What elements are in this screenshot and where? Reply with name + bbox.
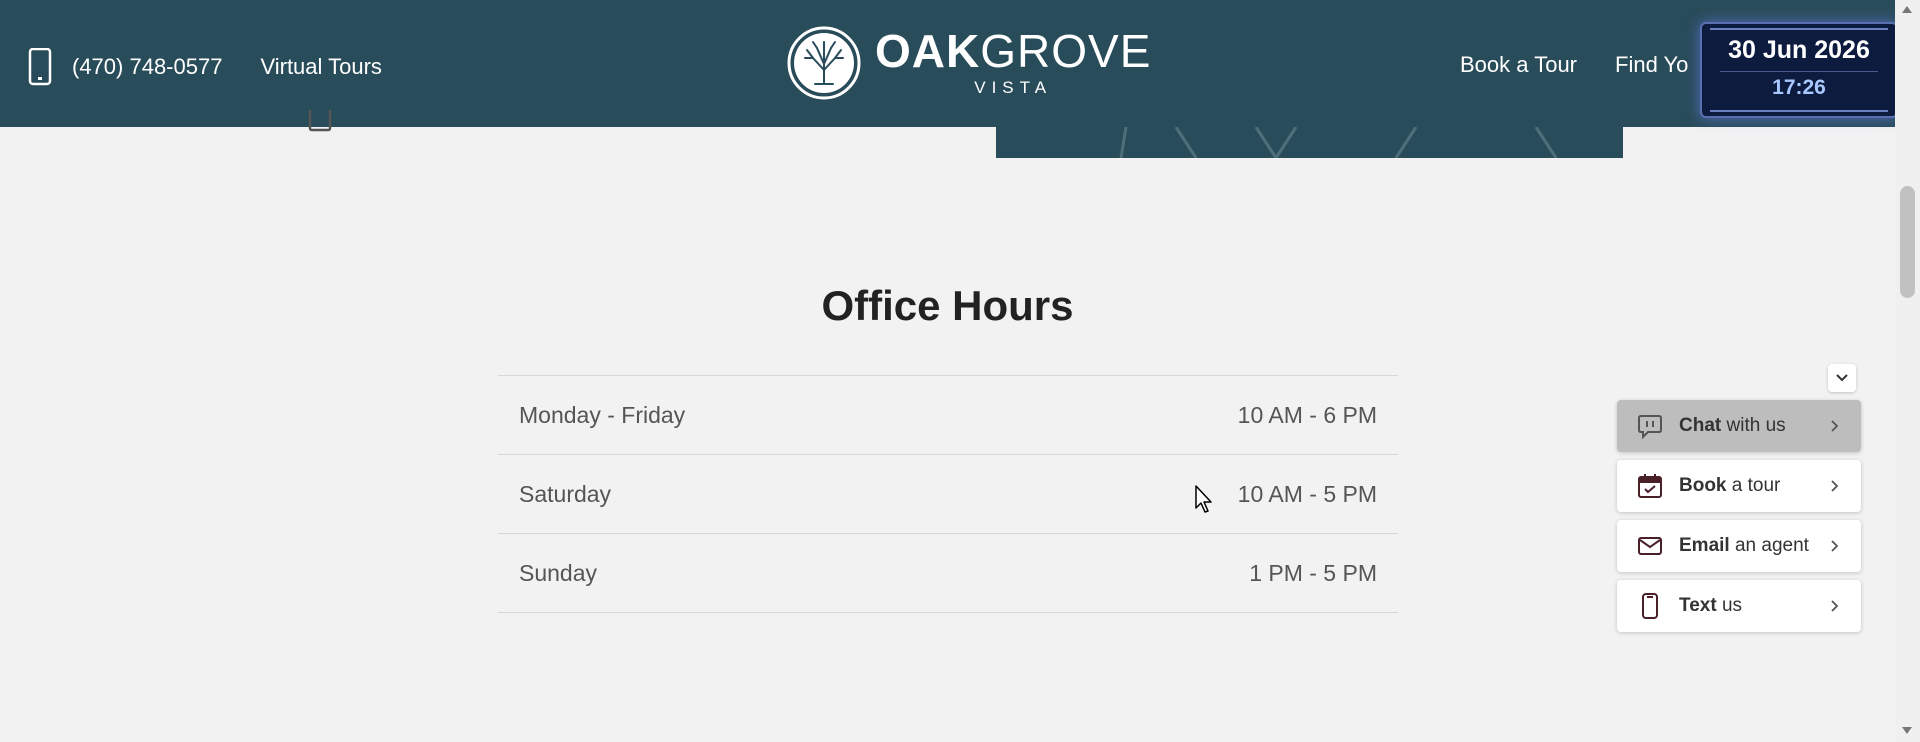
nav-find-your-home[interactable]: Find Yo <box>1615 52 1688 78</box>
clock-bottom-line <box>1710 110 1888 112</box>
chevron-right-icon <box>1831 480 1839 492</box>
scroll-up-arrow-icon[interactable] <box>1901 4 1913 14</box>
virtual-tours-link[interactable]: Virtual Tours <box>260 54 381 80</box>
chevron-right-icon <box>1831 540 1839 552</box>
hero-image-edge <box>996 127 1623 158</box>
nav-book-a-tour[interactable]: Book a Tour <box>1460 52 1577 78</box>
book-tour-label: Book a tour <box>1679 475 1781 496</box>
partial-mobile-icon <box>308 110 332 132</box>
vertical-scrollbar[interactable] <box>1895 0 1920 742</box>
site-header: (470) 748-0577 Virtual Tours OAKGROVE VI… <box>0 0 1895 127</box>
hours-day: Monday - Friday <box>519 401 686 428</box>
clock-separator <box>1720 71 1878 72</box>
header-left: (470) 748-0577 Virtual Tours <box>28 48 382 86</box>
mouse-cursor-icon <box>1195 485 1212 513</box>
hours-day: Saturday <box>519 480 612 507</box>
hours-time: 10 AM - 6 PM <box>1237 401 1377 428</box>
hours-row: Sunday 1 PM - 5 PM <box>498 534 1398 613</box>
clock-top-line <box>1710 28 1888 30</box>
clock-overlay: 30 Jun 2026 17:26 <box>1700 22 1898 118</box>
calendar-icon <box>1638 474 1662 498</box>
widget-collapse-button[interactable] <box>1828 364 1856 392</box>
chevron-right-icon <box>1831 420 1839 432</box>
mobile-phone-icon <box>1642 593 1658 619</box>
logo-subtitle: VISTA <box>974 78 1053 97</box>
hours-time: 1 PM - 5 PM <box>1249 559 1377 586</box>
header-phone-link[interactable]: (470) 748-0577 <box>72 54 222 80</box>
scrollbar-thumb[interactable] <box>1900 186 1915 298</box>
logo-bold-text: OAK <box>875 25 981 77</box>
phone-icon <box>28 48 52 86</box>
header-nav: Book a Tour Find Yo <box>1460 52 1726 78</box>
clock-time: 17:26 <box>1772 76 1826 99</box>
site-logo[interactable]: OAKGROVE VISTA <box>787 26 1151 100</box>
hours-time: 10 AM - 5 PM <box>1237 480 1377 507</box>
book-a-tour-button[interactable]: Book a tour <box>1617 460 1861 512</box>
logo-light-text: GROVE <box>980 25 1152 77</box>
hero-pattern <box>1119 127 1558 158</box>
office-hours-table: Monday - Friday 10 AM - 6 PM Saturday 10… <box>498 375 1398 613</box>
clock-date: 30 Jun 2026 <box>1728 36 1870 64</box>
text-us-button[interactable]: Text us <box>1617 580 1861 632</box>
chat-with-us-button[interactable]: Chat with us <box>1617 400 1861 452</box>
hours-row: Saturday 10 AM - 5 PM <box>498 455 1398 534</box>
scroll-down-arrow-icon[interactable] <box>1901 726 1913 736</box>
chat-label: Chat with us <box>1679 415 1786 436</box>
email-agent-label: Email an agent <box>1679 535 1809 556</box>
tree-logo-icon <box>787 26 861 100</box>
chevron-right-icon <box>1831 600 1839 612</box>
logo-wordmark: OAKGROVE VISTA <box>875 28 1151 98</box>
email-an-agent-button[interactable]: Email an agent <box>1617 520 1861 572</box>
office-hours-title: Office Hours <box>821 282 1074 329</box>
hours-day: Sunday <box>519 559 598 586</box>
hours-row: Monday - Friday 10 AM - 6 PM <box>498 376 1398 455</box>
envelope-icon <box>1638 537 1662 555</box>
chevron-down-icon <box>1836 374 1848 382</box>
chat-icon <box>1638 415 1662 439</box>
text-us-label: Text us <box>1679 595 1743 616</box>
